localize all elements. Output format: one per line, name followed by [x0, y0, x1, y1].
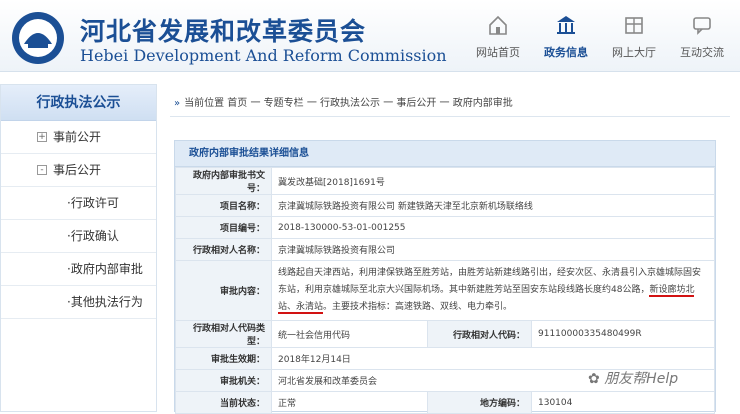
table-row: 审批内容： 线路起自天津西站，利用津保铁路至胜芳站，由胜芳站新建线路引出，经安次…: [175, 260, 715, 321]
field-value: 130104: [531, 391, 715, 414]
sidebar-item-admin-confirmation[interactable]: ·行政确认: [1, 220, 156, 253]
approval-content-text: 。主要技术指标：高速铁路、双线、电力牵引。: [323, 302, 513, 312]
table-row: 项目名称： 京津冀城际铁路投资有限公司 新建铁路天津至北京新机场联络线: [175, 194, 715, 217]
sidebar-item-other-enforcement[interactable]: ·其他执法行为: [1, 286, 156, 319]
sidebar-item-post-disclosure[interactable]: - 事后公开: [1, 154, 156, 187]
table-row: 审批生效期： 2018年12月14日: [175, 347, 715, 370]
table-row: 行政相对人代码类型： 统一社会信用代码 行政相对人代码： 91110000335…: [175, 320, 715, 348]
field-value: 京津冀城际铁路投资有限公司 新建铁路天津至北京新机场联络线: [271, 194, 715, 217]
sidebar-item-label: ·行政许可: [67, 196, 119, 210]
expand-icon: +: [37, 132, 47, 142]
site-title-cn: 河北省发展和改革委员会: [80, 17, 367, 46]
site-title-en: Hebei Development And Reform Commission: [80, 46, 447, 65]
table-row: 政府内部审批书文号： 冀发改基础[2018]1691号: [175, 167, 715, 195]
building-icon: [557, 16, 575, 34]
divider: [170, 116, 730, 117]
field-value: 91110000335480499R: [531, 320, 715, 348]
sidebar-title: 行政执法公示: [1, 85, 156, 121]
field-value: 统一社会信用代码: [271, 320, 428, 348]
field-label: 项目编号：: [175, 216, 272, 239]
sidebar-item-label: ·政府内部审批: [67, 262, 143, 276]
field-label: 行政相对人名称：: [175, 238, 272, 261]
field-value: 冀发改基础[2018]1691号: [271, 167, 715, 195]
field-value: 2018-130000-53-01-001255: [271, 216, 715, 239]
nav-interaction-label: 互动交流: [680, 46, 724, 59]
sidebar-item-label: ·其他执法行为: [67, 295, 143, 309]
nav-online-hall[interactable]: 网上大厅: [600, 14, 668, 66]
sidebar-item-prior-disclosure[interactable]: + 事前公开: [1, 121, 156, 154]
field-label: 审批生效期：: [175, 347, 272, 370]
chevron-right-icon: »: [174, 98, 181, 109]
nav-government-info[interactable]: 政务信息: [532, 14, 600, 66]
sidebar-item-internal-approval[interactable]: ·政府内部审批: [1, 253, 156, 286]
nav-home[interactable]: 网站首页: [464, 14, 532, 66]
field-label: 行政相对人代码：: [427, 320, 532, 348]
nav-online-hall-label: 网上大厅: [612, 46, 656, 59]
nav-interaction[interactable]: 互动交流: [668, 14, 736, 66]
breadcrumb: » 当前位置 首页 一 专题专栏 一 行政执法公示 一 事后公开 一 政府内部审批: [174, 94, 513, 109]
sidebar-item-label: 事前公开: [53, 130, 102, 144]
field-label: 项目名称：: [175, 194, 272, 217]
sidebar: 行政执法公示 + 事前公开 - 事后公开 ·行政许可 ·行政确认 ·政府内部审批…: [0, 84, 157, 412]
logo-icon: [12, 12, 64, 64]
field-label: 审批机关：: [175, 369, 272, 392]
nav-government-info-label: 政务信息: [544, 46, 588, 59]
watermark: ✿ 朋友帮Help: [588, 368, 678, 388]
collapse-icon: -: [37, 165, 47, 175]
field-label: 地方编码：: [427, 391, 532, 414]
hall-icon: [625, 17, 643, 34]
field-value: 2018年12月14日: [271, 347, 715, 370]
field-value: 线路起自天津西站，利用津保铁路至胜芳站，由胜芳站新建线路引出，经安次区、永清县引…: [271, 260, 715, 321]
field-value: 京津冀城际铁路投资有限公司: [271, 238, 715, 261]
approval-content-text: 线路起自天津西站，利用津保铁路至胜芳站，由胜芳站新建线路引出，经安次区、永清县引…: [278, 268, 702, 295]
field-label: 行政相对人代码类型：: [175, 320, 272, 348]
nav-home-label: 网站首页: [476, 46, 520, 59]
chat-icon: [693, 17, 711, 35]
panel-title: 政府内部审批结果详细信息: [175, 141, 715, 167]
field-label: 审批内容：: [175, 260, 272, 321]
site-header: 河北省发展和改革委员会 Hebei Development And Reform…: [0, 0, 740, 72]
sidebar-item-label: 事后公开: [53, 163, 102, 177]
sidebar-item-admin-license[interactable]: ·行政许可: [1, 187, 156, 220]
watermark-text: 朋友帮Help: [604, 371, 679, 387]
field-label: 当前状态：: [175, 391, 272, 414]
field-value: 正常: [271, 391, 428, 414]
table-row: 行政相对人名称： 京津冀城际铁路投资有限公司: [175, 238, 715, 261]
wechat-icon: ✿: [588, 371, 605, 387]
table-row: 当前状态： 正常 地方编码： 130104: [175, 391, 715, 414]
field-label: 政府内部审批书文号：: [175, 167, 272, 195]
table-row: 项目编号： 2018-130000-53-01-001255: [175, 216, 715, 239]
home-icon: [489, 15, 507, 35]
breadcrumb-text[interactable]: 当前位置 首页 一 专题专栏 一 行政执法公示 一 事后公开 一 政府内部审批: [184, 98, 513, 109]
sidebar-item-label: ·行政确认: [67, 229, 119, 243]
